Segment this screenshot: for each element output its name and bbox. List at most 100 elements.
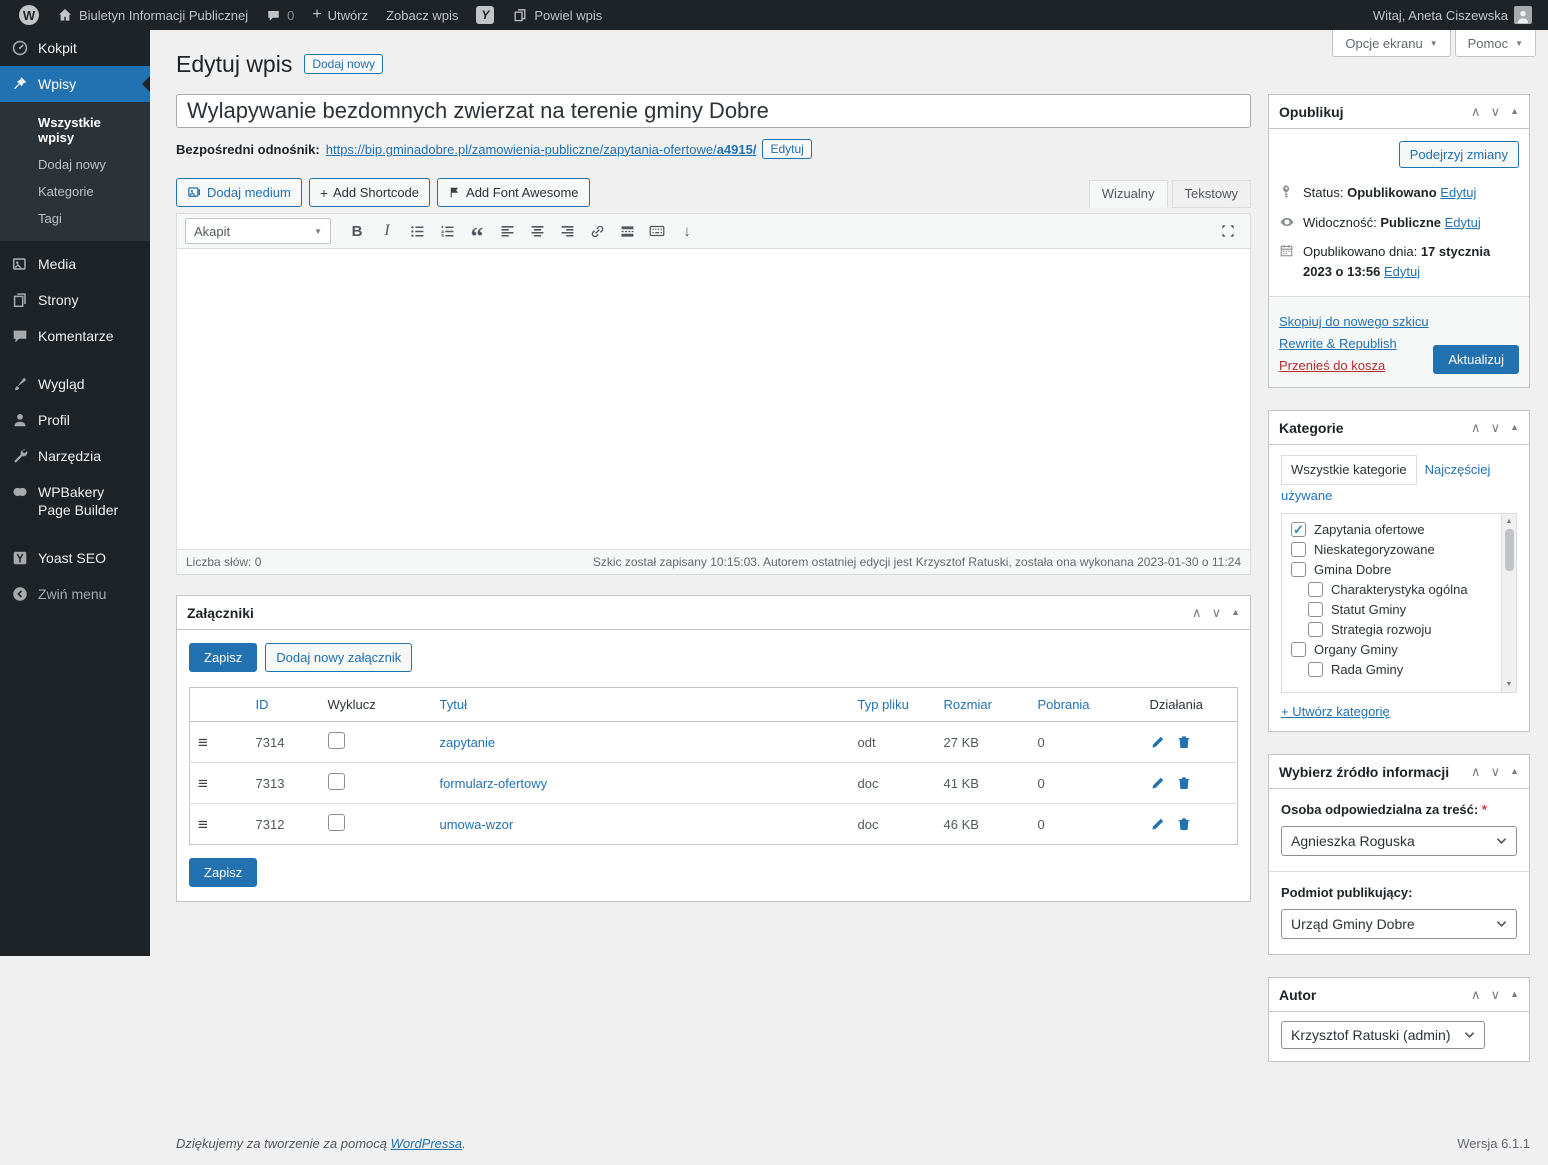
author-select[interactable]: Krzysztof Ratuski (admin) bbox=[1281, 1021, 1485, 1049]
toolbar-toggle-button[interactable] bbox=[643, 218, 671, 244]
save-attachments-button[interactable]: Zapisz bbox=[189, 643, 258, 672]
category-item[interactable]: Rada Gminy bbox=[1308, 662, 1496, 677]
responsible-person-select[interactable]: Agnieszka Roguska bbox=[1281, 826, 1517, 856]
column-header-id[interactable]: ID bbox=[247, 687, 320, 722]
editor-content-area[interactable] bbox=[177, 249, 1250, 549]
sidebar-item-narzedzia[interactable]: Narzędzia bbox=[0, 438, 150, 474]
submenu-item-dodaj-nowy[interactable]: Dodaj nowy bbox=[0, 151, 150, 178]
category-item[interactable]: Nieskategoryzowane bbox=[1291, 542, 1496, 557]
add-media-button[interactable]: Dodaj medium bbox=[176, 178, 302, 207]
align-right-button[interactable] bbox=[553, 218, 581, 244]
drag-handle-icon[interactable]: ≡ bbox=[198, 774, 208, 793]
bullet-list-button[interactable] bbox=[403, 218, 431, 244]
sidebar-item-kokpit[interactable]: Kokpit bbox=[0, 30, 150, 66]
category-item[interactable]: ✓ Zapytania ofertowe bbox=[1291, 522, 1496, 537]
edit-published-date-link[interactable]: Edytuj bbox=[1384, 264, 1420, 279]
move-down-icon[interactable]: ∨ bbox=[1491, 421, 1501, 434]
sidebar-item-media[interactable]: Media bbox=[0, 246, 150, 282]
tab-text-editor[interactable]: Tekstowy bbox=[1171, 180, 1251, 208]
comments-link[interactable]: 0 bbox=[257, 0, 303, 30]
attachment-title-link[interactable]: umowa-wzor bbox=[440, 817, 514, 832]
category-checkbox[interactable] bbox=[1308, 662, 1323, 677]
screen-options-button[interactable]: Opcje ekranu ▼ bbox=[1332, 30, 1451, 57]
fullscreen-button[interactable] bbox=[1214, 218, 1242, 244]
delete-trash-icon[interactable] bbox=[1176, 816, 1192, 832]
align-left-button[interactable] bbox=[493, 218, 521, 244]
edit-pencil-icon[interactable] bbox=[1150, 775, 1166, 791]
preview-changes-button[interactable]: Podejrzyj zmiany bbox=[1398, 141, 1519, 168]
category-item[interactable]: Gmina Dobre bbox=[1291, 562, 1496, 577]
italic-button[interactable]: I bbox=[373, 218, 401, 244]
help-button[interactable]: Pomoc ▼ bbox=[1454, 30, 1536, 57]
add-attachment-button[interactable]: Dodaj nowy załącznik bbox=[265, 643, 413, 672]
edit-status-link[interactable]: Edytuj bbox=[1440, 185, 1476, 200]
insert-link-button[interactable] bbox=[583, 218, 611, 244]
add-new-post-button[interactable]: Dodaj nowy bbox=[304, 54, 384, 74]
duplicate-post-link[interactable]: Powiel wpis bbox=[503, 0, 611, 30]
publisher-select[interactable]: Urząd Gminy Dobre bbox=[1281, 909, 1517, 939]
move-up-icon[interactable]: ∧ bbox=[1471, 765, 1481, 778]
category-item[interactable]: Strategia rozwoju bbox=[1308, 622, 1496, 637]
toggle-panel-icon[interactable]: ▲ bbox=[1510, 990, 1519, 999]
yoast-seo-menu[interactable]: Y bbox=[467, 0, 503, 30]
numbered-list-button[interactable] bbox=[433, 218, 461, 244]
category-item[interactable]: Charakterystyka ogólna bbox=[1308, 582, 1496, 597]
add-font-awesome-button[interactable]: Add Font Awesome bbox=[437, 178, 590, 207]
toggle-panel-icon[interactable]: ▲ bbox=[1510, 423, 1519, 432]
drag-handle-icon[interactable]: ≡ bbox=[198, 815, 208, 834]
edit-permalink-button[interactable]: Edytuj bbox=[762, 139, 812, 159]
move-down-icon[interactable]: ∨ bbox=[1491, 765, 1501, 778]
save-attachments-button-bottom[interactable]: Zapisz bbox=[189, 858, 258, 887]
category-checkbox[interactable] bbox=[1291, 542, 1306, 557]
column-header-rozmiar[interactable]: Rozmiar bbox=[935, 687, 1030, 722]
align-center-button[interactable] bbox=[523, 218, 551, 244]
move-up-icon[interactable]: ∧ bbox=[1471, 105, 1481, 118]
sidebar-item-wpisy[interactable]: Wpisy bbox=[0, 66, 150, 102]
sidebar-item-wyglad[interactable]: Wygląd bbox=[0, 366, 150, 402]
sidebar-item-komentarze[interactable]: Komentarze bbox=[0, 318, 150, 354]
bold-button[interactable]: B bbox=[343, 218, 371, 244]
move-up-icon[interactable]: ∧ bbox=[1471, 421, 1481, 434]
user-account-menu[interactable]: Witaj, Aneta Ciszewska bbox=[1364, 0, 1534, 30]
category-checkbox[interactable] bbox=[1308, 622, 1323, 637]
scroll-down-button[interactable]: ↓ bbox=[673, 218, 701, 244]
permalink-link[interactable]: https://bip.gminadobre.pl/zamowienia-pub… bbox=[326, 142, 757, 157]
delete-trash-icon[interactable] bbox=[1176, 734, 1192, 750]
read-more-tag-button[interactable] bbox=[613, 218, 641, 244]
column-header-pobrania[interactable]: Pobrania bbox=[1029, 687, 1142, 722]
add-shortcode-button[interactable]: + Add Shortcode bbox=[308, 178, 431, 207]
drag-handle-icon[interactable]: ≡ bbox=[198, 733, 208, 752]
new-content-link[interactable]: + Utwórz bbox=[303, 0, 377, 30]
exclude-checkbox[interactable] bbox=[327, 773, 345, 790]
submenu-item-wszystkie-wpisy[interactable]: Wszystkie wpisy bbox=[0, 109, 150, 151]
toggle-panel-icon[interactable]: ▲ bbox=[1231, 608, 1240, 617]
toggle-panel-icon[interactable]: ▲ bbox=[1510, 767, 1519, 776]
view-post-link[interactable]: Zobacz wpis bbox=[377, 0, 467, 30]
scrollbar-thumb[interactable] bbox=[1504, 529, 1514, 571]
category-checkbox[interactable] bbox=[1308, 582, 1323, 597]
sidebar-item-profil[interactable]: Profil bbox=[0, 402, 150, 438]
edit-pencil-icon[interactable] bbox=[1150, 816, 1166, 832]
add-category-link[interactable]: + Utwórz kategorię bbox=[1281, 704, 1390, 719]
attachment-title-link[interactable]: zapytanie bbox=[440, 735, 496, 750]
edit-visibility-link[interactable]: Edytuj bbox=[1445, 215, 1481, 230]
column-header-typ-pliku[interactable]: Typ pliku bbox=[849, 687, 936, 722]
scrollbar[interactable]: ▲ ▼ bbox=[1501, 514, 1516, 692]
category-checkbox-checked[interactable]: ✓ bbox=[1291, 522, 1306, 537]
wordpress-link[interactable]: WordPressa bbox=[391, 1136, 463, 1151]
collapse-menu-button[interactable]: Zwiń menu bbox=[0, 576, 150, 612]
tab-all-categories[interactable]: Wszystkie kategorie bbox=[1281, 455, 1417, 485]
move-down-icon[interactable]: ∨ bbox=[1212, 606, 1222, 619]
scroll-up-icon[interactable]: ▲ bbox=[1506, 514, 1513, 529]
site-name-link[interactable]: Biuletyn Informacji Publicznej bbox=[48, 0, 257, 30]
column-header-tytul[interactable]: Tytuł bbox=[431, 687, 850, 722]
submenu-item-kategorie[interactable]: Kategorie bbox=[0, 178, 150, 205]
delete-trash-icon[interactable] bbox=[1176, 775, 1192, 791]
sidebar-item-strony[interactable]: Strony bbox=[0, 282, 150, 318]
category-checkbox[interactable] bbox=[1291, 642, 1306, 657]
blockquote-button[interactable]: “ bbox=[463, 218, 491, 250]
copy-to-draft-link[interactable]: Skopiuj do nowego szkicu bbox=[1279, 314, 1519, 329]
exclude-checkbox[interactable] bbox=[327, 814, 345, 831]
wordpress-logo-menu[interactable]: W bbox=[10, 0, 48, 30]
attachment-title-link[interactable]: formularz-ofertowy bbox=[440, 776, 548, 791]
